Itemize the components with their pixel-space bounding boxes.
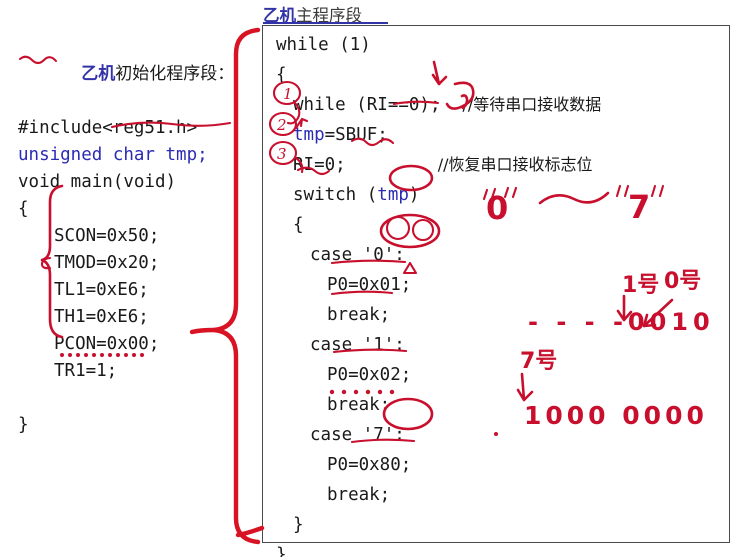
rcode-case-0: case '0': [310,245,405,265]
slide-canvas: 乙机初始化程序段： #include<reg51.h> unsigned cha… [0,0,735,557]
rcode-p0-80: P0=0x80; [327,455,412,475]
rcode-break-0: break; [327,305,391,325]
rcode-tmp-sbuf: tmp=SBUF; [276,120,726,150]
left-code-line-decl: unsigned char tmp; [18,145,208,165]
rcode-break-7: break; [327,485,391,505]
left-code-block: 乙机初始化程序段： #include<reg51.h> unsigned cha… [18,34,248,439]
left-code-line-tmod: TMOD=0x20; [54,253,160,273]
left-code-line-tl1: TL1=0xE6; [54,280,149,300]
left-code-line-scon: SCON=0x50; [54,226,160,246]
rcode-p0-02: P0=0x02; [327,365,412,385]
rcode-ri-zero: RI=0; //恢复串口接收标志位 [276,150,726,180]
rcode-tmp-var: tmp [293,125,325,145]
rcode-case-7: case '7': [310,425,405,445]
rcode-while-ri: while (RI==0); //等待串口接收数据 [276,90,726,120]
rcode-open-brace-outer: { [276,65,287,85]
rcode-p0-01: P0=0x01; [327,275,412,295]
rcode-switch-close: ) [408,185,420,205]
rcode-while-ri-text: while (RI==0); [293,95,441,115]
left-heading-rest: 初始化程序段： [115,64,235,84]
left-code-line-close-brace: } [18,415,29,435]
rcode-comment-wait: //等待串口接收数据 [462,95,602,114]
rcode-ri-zero-text: RI=0; [293,155,346,175]
rcode-comment-restore: //恢复串口接收标志位 [437,155,593,174]
rcode-while1: while (1) [276,35,371,55]
closing-brace-mark [235,525,265,538]
rcode-close-brace-switch: } [293,515,304,535]
rcode-open-brace-switch: { [293,215,304,235]
rcode-tmp-assign: =SBUF; [324,125,388,145]
left-heading: 乙机初始化程序段： [18,34,248,115]
left-code-line-pcon: PCON=0x00; [54,334,160,354]
rcode-case-1: case '1': [310,335,405,355]
left-code-line-main: void main(void) [18,172,177,192]
rcode-switch: switch (tmp) [276,180,726,210]
left-code-line-include: #include<reg51.h> [18,118,198,138]
right-heading-underline [263,22,388,24]
rcode-switch-arg: tmp [377,185,409,205]
left-heading-highlight: 乙机 [81,64,116,84]
rcode-switch-kw: switch ( [293,185,378,205]
left-code-line-tr1: TR1=1; [54,361,118,381]
rcode-break-1: break; [327,395,391,415]
left-code-line-open-brace: { [18,199,29,219]
right-code-block: while (1) { while (RI==0); //等待串口接收数据 tmp… [276,30,726,557]
rcode-close-brace-outer: } [276,545,287,557]
left-code-line-th1: TH1=0xE6; [54,307,149,327]
